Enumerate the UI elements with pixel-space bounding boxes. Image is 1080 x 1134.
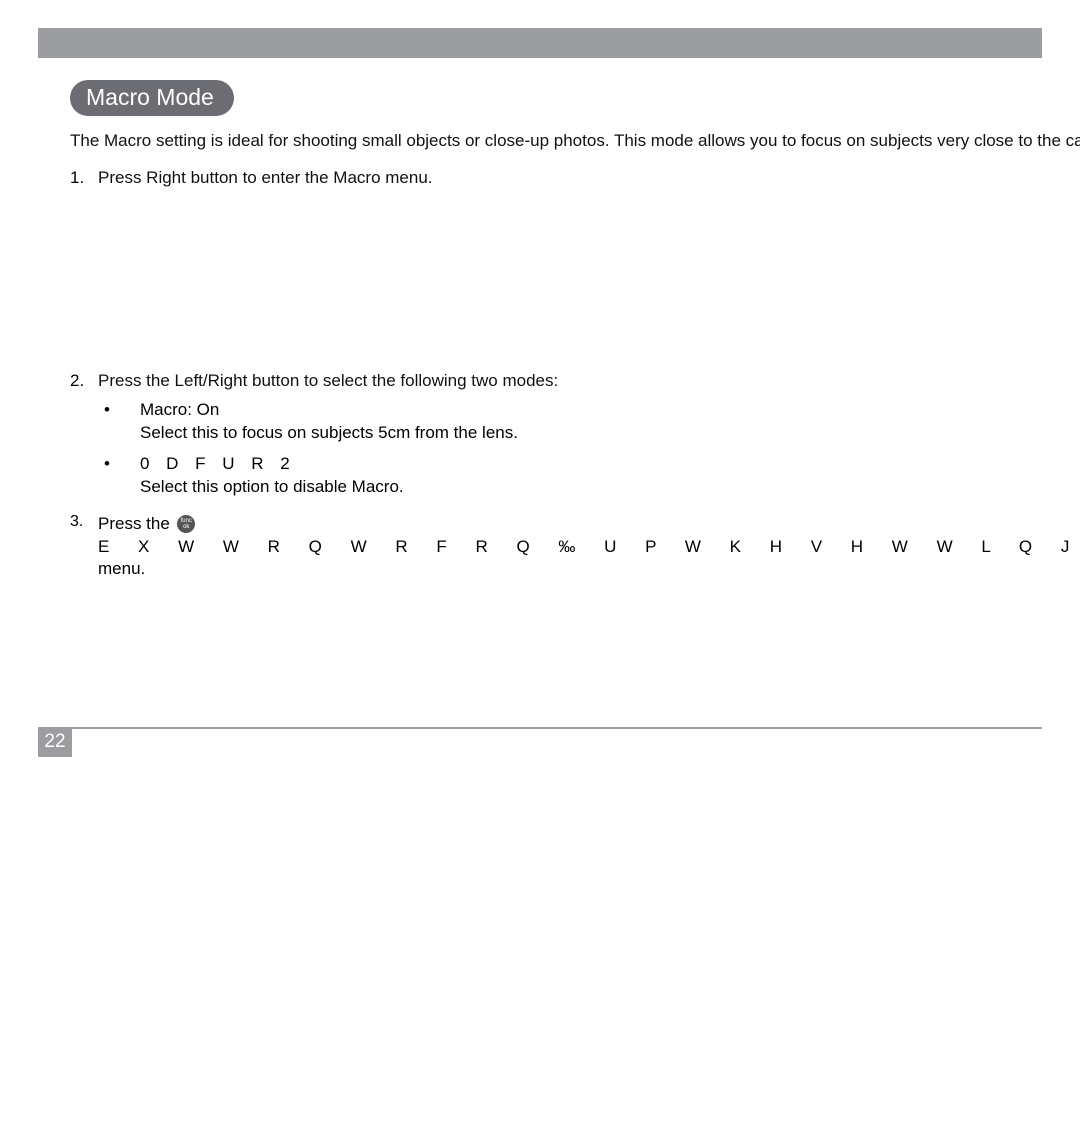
step3-tail: menu. <box>98 558 1080 581</box>
macro-option-off: 0 D F U R 2 Select this option to disabl… <box>98 453 1080 499</box>
macro-option-on: Macro: On Select this to focus on subjec… <box>98 399 1080 445</box>
figure-placeholder-left <box>98 190 1080 360</box>
macro-step-3: 3. Press the funcok E X W W R Q W R F R … <box>70 513 1080 582</box>
macro-step-2-text: Press the Left/Right button to select th… <box>98 371 558 390</box>
step3-garbled-text: E X W W R Q W R F R Q ‰ U P W K H V H W … <box>98 537 1080 556</box>
section-heading-macro: Macro Mode <box>70 80 234 116</box>
macro-mode-options: Macro: On Select this to focus on subjec… <box>98 399 1080 499</box>
page-number-tab: 22 <box>38 727 72 757</box>
step3-number: 3. <box>70 513 83 531</box>
content-columns: Macro Mode The Macro setting is ideal fo… <box>70 80 1045 725</box>
footer-rule <box>38 727 1042 729</box>
macro-option-off-sub: Select this option to disable Macro. <box>140 476 1080 499</box>
macro-step-2: Press the Left/Right button to select th… <box>70 370 1080 499</box>
macro-option-on-title: Macro: On <box>140 400 219 419</box>
macro-option-on-sub: Select this to focus on subjects 5cm fro… <box>140 422 1080 445</box>
left-column: Macro Mode The Macro setting is ideal fo… <box>70 80 1080 725</box>
step3-pre: Press the <box>98 514 170 533</box>
func-ok-icon: funcok <box>177 515 195 533</box>
header-bar <box>38 28 1042 58</box>
macro-step-1: Press Right button to enter the Macro me… <box>70 167 1080 360</box>
manual-page: Macro Mode The Macro setting is ideal fo… <box>0 0 1080 785</box>
macro-step-1-text: Press Right button to enter the Macro me… <box>98 168 433 187</box>
macro-intro: The Macro setting is ideal for shooting … <box>70 130 1080 153</box>
macro-option-off-title: 0 D F U R 2 <box>140 454 296 473</box>
macro-steps: Press Right button to enter the Macro me… <box>70 167 1080 509</box>
